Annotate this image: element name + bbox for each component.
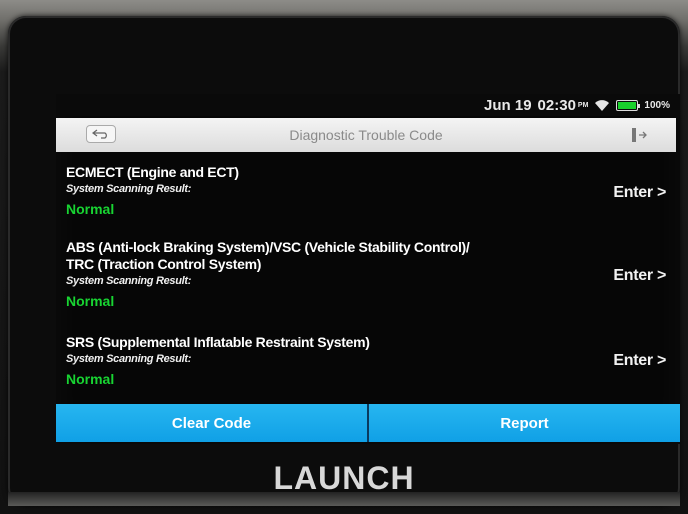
action-bar: Clear Code Report <box>56 404 680 442</box>
system-name: ABS (Anti-lock Braking System)/VSC (Vehi… <box>66 239 470 255</box>
system-name: ECMECT (Engine and ECT) <box>66 164 239 180</box>
enter-button-abs[interactable]: Enter > <box>613 267 666 285</box>
title-bar: Diagnostic Trouble Code <box>56 118 676 152</box>
report-button[interactable]: Report <box>369 404 680 442</box>
scan-result-label: System Scanning Result: <box>66 183 192 195</box>
scan-status: Normal <box>66 293 115 309</box>
clear-code-button[interactable]: Clear Code <box>56 404 367 442</box>
exit-icon[interactable] <box>630 127 648 143</box>
status-time: 02:30 <box>537 96 576 114</box>
status-ampm: PM <box>577 101 589 109</box>
status-date: Jun 19 <box>484 96 532 114</box>
status-bar: Jun 19 02:30 PM 100% <box>56 94 680 116</box>
system-item-srs: SRS (Supplemental Inflatable Restraint S… <box>66 334 666 387</box>
system-item-abs: ABS (Anti-lock Braking System)/VSC (Vehi… <box>66 239 666 309</box>
page-title: Diagnostic Trouble Code <box>289 127 443 143</box>
scan-status: Normal <box>66 201 115 217</box>
scan-status: Normal <box>66 371 115 387</box>
enter-button-srs[interactable]: Enter > <box>613 352 666 370</box>
battery-percent: 100% <box>644 99 670 111</box>
back-button[interactable] <box>86 125 116 143</box>
system-name: SRS (Supplemental Inflatable Restraint S… <box>66 334 370 350</box>
battery-icon <box>616 99 641 111</box>
device-screen: Jun 19 02:30 PM 100% Diagnostic Trouble … <box>56 94 680 444</box>
brand-logo: LAUNCH <box>273 460 415 496</box>
enter-button-ecmect[interactable]: Enter > <box>613 184 666 202</box>
system-item-ecmect: ECMECT (Engine and ECT) System Scanning … <box>66 164 666 217</box>
scan-result-label: System Scanning Result: <box>66 275 192 287</box>
system-name-line-2: TRC (Traction Control System) <box>66 256 262 272</box>
scan-result-label: System Scanning Result: <box>66 353 192 365</box>
back-arrow-icon <box>92 129 107 139</box>
wifi-icon <box>595 99 610 111</box>
